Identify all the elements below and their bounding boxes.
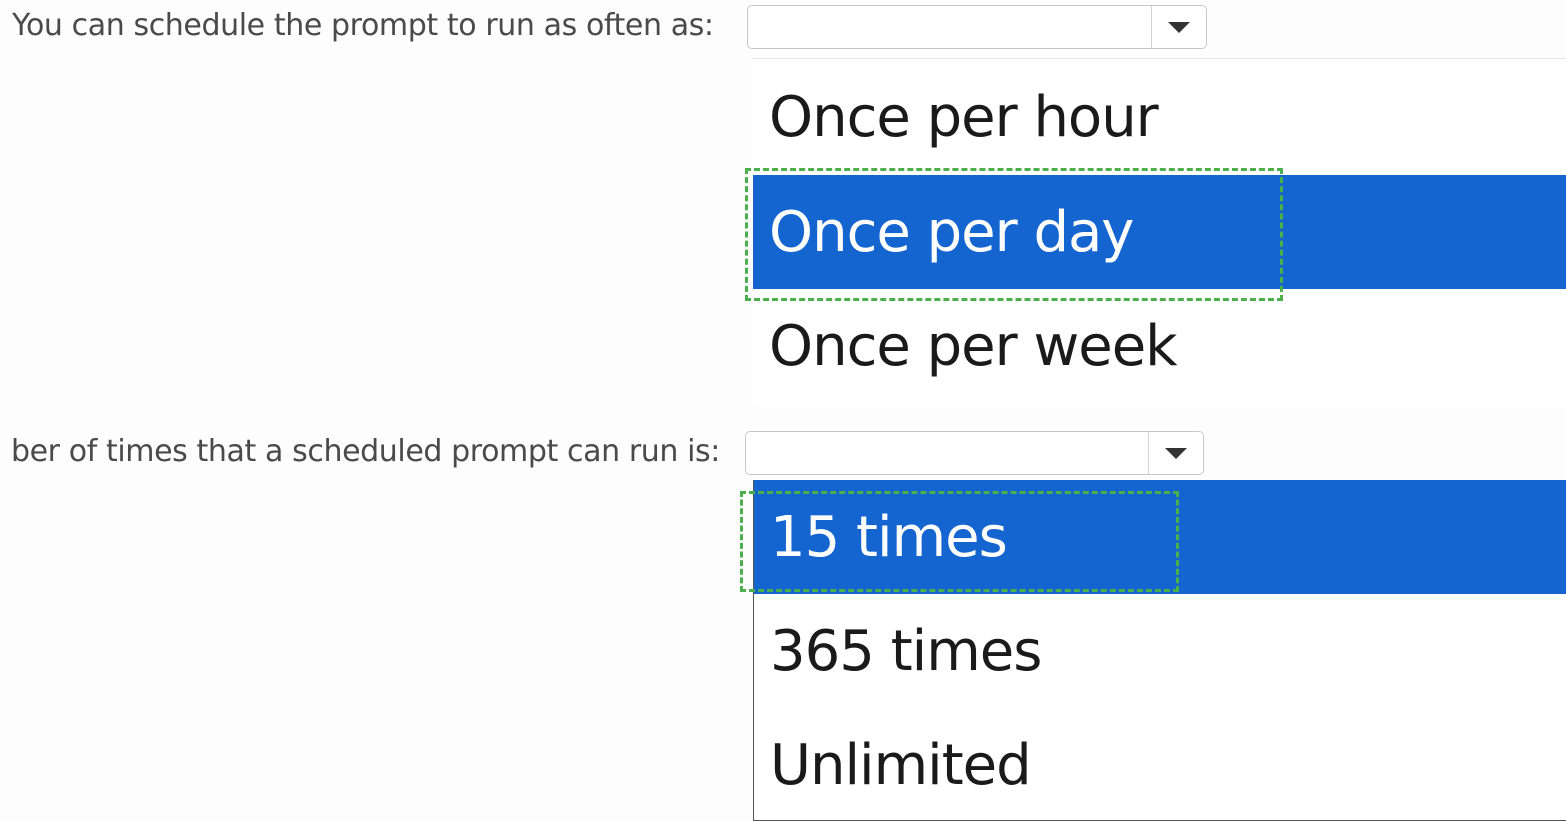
option-15-times[interactable]: 15 times <box>754 480 1566 594</box>
option-once-per-week[interactable]: Once per week <box>753 289 1566 403</box>
frequency-select-toggle[interactable] <box>1151 6 1206 48</box>
option-once-per-day[interactable]: Once per day <box>753 175 1566 289</box>
option-unlimited[interactable]: Unlimited <box>754 708 1566 821</box>
exam-answer-area: You can schedule the prompt to run as of… <box>0 0 1566 821</box>
option-label: 365 times <box>770 618 1042 684</box>
run-count-select[interactable] <box>745 431 1204 475</box>
option-label: Once per hour <box>769 84 1159 150</box>
question-2-label: ber of times that a scheduled prompt can… <box>10 434 720 469</box>
chevron-down-icon <box>1168 21 1190 33</box>
frequency-select[interactable] <box>747 5 1207 49</box>
run-count-options-list: 15 times 365 times Unlimited <box>753 480 1566 821</box>
option-label: Once per day <box>769 199 1134 265</box>
option-365-times[interactable]: 365 times <box>754 594 1566 708</box>
chevron-down-icon <box>1165 447 1187 459</box>
run-count-select-toggle[interactable] <box>1148 432 1203 474</box>
question-1-label: You can schedule the prompt to run as of… <box>12 8 714 43</box>
option-label: 15 times <box>770 504 1008 570</box>
frequency-options-list: Once per hour Once per day Once per week <box>753 58 1566 404</box>
option-once-per-hour[interactable]: Once per hour <box>753 59 1566 175</box>
option-label: Unlimited <box>770 732 1032 798</box>
option-label: Once per week <box>769 313 1178 379</box>
